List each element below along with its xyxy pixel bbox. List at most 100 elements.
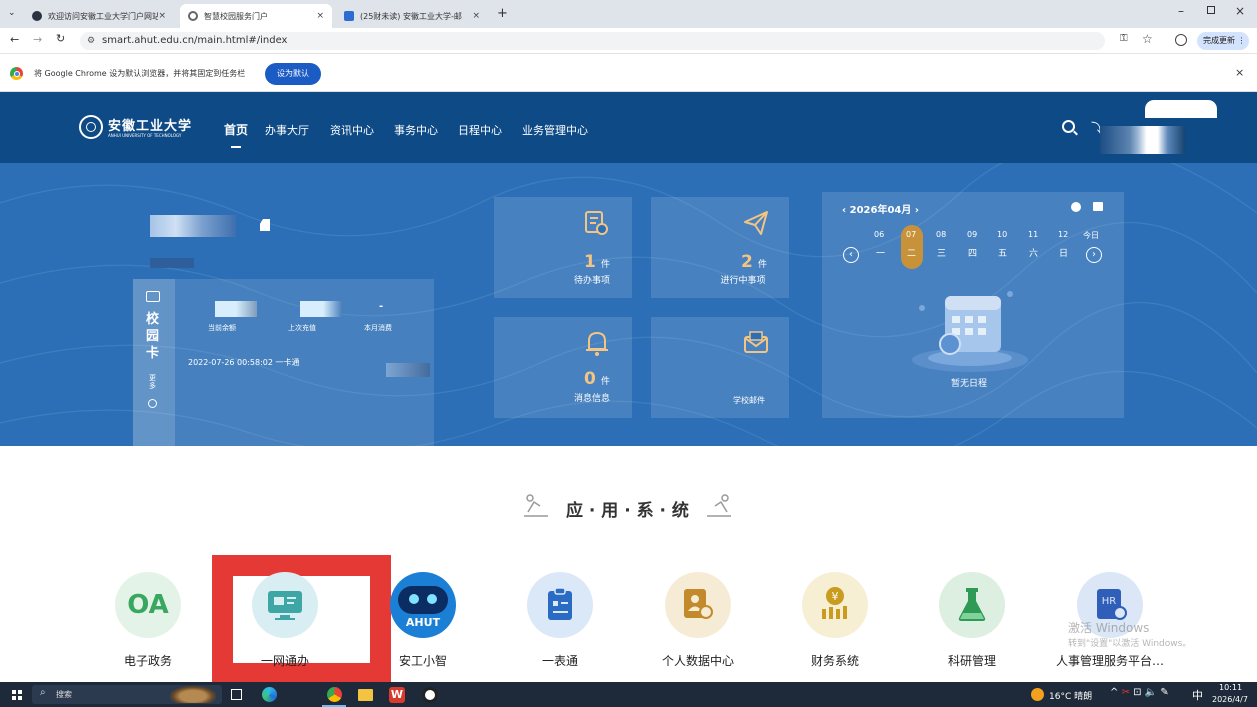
activation-watermark-subtitle: 转到"设置"以激活 Windows。 <box>1068 639 1192 649</box>
last-transaction-text: 2022-07-26 00:58:02 一卡通 <box>188 358 300 367</box>
weather-text[interactable]: 16°C 晴朗 <box>1049 689 1092 702</box>
school-mail-tile[interactable]: 学校邮件 <box>651 317 789 418</box>
app-one-form[interactable]: 一表通 <box>525 572 595 668</box>
close-window-icon[interactable]: × <box>1235 4 1245 18</box>
prev-week-icon[interactable]: ‹ <box>843 247 859 263</box>
prev-month-icon[interactable]: ‹ <box>842 205 850 216</box>
start-icon[interactable] <box>12 690 22 700</box>
close-infobar-icon[interactable]: × <box>1235 66 1244 79</box>
date-cell[interactable]: 08 <box>936 230 946 239</box>
system-tray-icons[interactable]: ^ ✂ ⊡ 🔈 ✎ <box>1110 687 1169 698</box>
chrome-taskbar-icon[interactable] <box>327 687 342 702</box>
nav-affairs-center[interactable]: 事务中心 <box>394 122 438 138</box>
card-more-link[interactable]: 更多 <box>149 374 158 390</box>
date-cell[interactable]: 06 <box>874 230 884 239</box>
messages-tile[interactable]: 0 件 消息信息 <box>494 317 632 418</box>
transaction-amount-blurred <box>386 363 430 377</box>
in-progress-count: 2 <box>741 252 753 272</box>
date-cell[interactable]: 10 <box>997 230 1007 239</box>
date-cell[interactable]: 11 <box>1028 230 1038 239</box>
forward-icon[interactable]: → <box>33 33 42 46</box>
weekday-cell: 二 <box>907 249 917 259</box>
ime-indicator[interactable]: 中 <box>1192 687 1203 703</box>
user-avatar[interactable] <box>1100 100 1217 162</box>
taskbar-search-box[interactable]: ⌕ 搜索 <box>32 685 222 704</box>
date-cell-selected[interactable]: 07 <box>906 230 916 239</box>
tray-chevron-icon[interactable]: ^ <box>1110 687 1118 698</box>
finance-icon: ¥ <box>802 572 868 638</box>
nav-service-hall[interactable]: 办事大厅 <box>265 122 309 138</box>
close-tab-icon[interactable]: × <box>158 11 166 21</box>
network-icon[interactable]: ⊡ <box>1133 687 1141 698</box>
new-tab-icon[interactable]: + <box>497 6 508 21</box>
app-label: 安工小智 <box>398 654 447 668</box>
app-oa[interactable]: OA 电子政务 <box>113 572 183 668</box>
set-default-button[interactable]: 设为默认 <box>265 63 321 85</box>
tab-list-chevron-icon[interactable]: ⌄ <box>8 8 16 18</box>
apps-section-title: 应 · 用 · 系 · 统 <box>566 501 689 521</box>
svg-text:¥: ¥ <box>832 590 839 603</box>
restore-icon[interactable] <box>1207 6 1215 14</box>
chrome-logo-icon <box>10 67 23 80</box>
pen-icon[interactable]: ✎ <box>1160 687 1168 698</box>
activation-watermark-title: 激活 Windows <box>1068 621 1150 635</box>
next-week-icon[interactable]: › <box>1086 247 1102 263</box>
volume-icon[interactable]: 🔈 <box>1145 687 1157 698</box>
app-personal-data[interactable]: 个人数据中心 <box>662 572 734 668</box>
tray-app-icon[interactable]: ✂ <box>1122 687 1130 698</box>
nav-schedule-center[interactable]: 日程中心 <box>458 122 502 138</box>
weekday-cell: 日 <box>1059 249 1069 259</box>
campus-card-sidebar[interactable]: 校园卡 更多 <box>133 279 175 446</box>
browser-tab-2[interactable]: 智慧校园服务门户 × <box>180 4 332 28</box>
back-icon[interactable]: ← <box>10 33 19 46</box>
clock-time[interactable]: 10:11 <box>1219 683 1242 692</box>
edge-icon[interactable] <box>262 687 277 702</box>
file-explorer-icon[interactable] <box>358 689 373 701</box>
app-ahut-assistant[interactable]: AHUT 安工小智 <box>388 572 458 668</box>
next-month-icon[interactable]: › <box>911 205 919 216</box>
browser-tab-3[interactable]: (25财未读) 安徽工业大学-邮 × <box>336 4 488 28</box>
qq-icon[interactable] <box>422 687 438 703</box>
minimize-icon[interactable]: – <box>1178 4 1184 18</box>
browser-tab-1[interactable]: 欢迎访问安徽工业大学门户网站 × <box>24 4 174 28</box>
reload-icon[interactable]: ↻ <box>56 32 65 45</box>
windows-taskbar: ⌕ 搜索 W 16°C 晴朗 ^ ✂ ⊡ 🔈 ✎ 中 10:11 2026/4/… <box>0 682 1257 707</box>
logo-subtitle: ANHUI UNIVERSITY OF TECHNOLOGY <box>108 133 182 138</box>
update-button[interactable]: 完成更新 ⋮ <box>1197 32 1249 50</box>
date-cell[interactable]: 12 <box>1058 230 1068 239</box>
tab-title: (25财未读) 安徽工业大学-邮 <box>360 11 462 21</box>
personal-data-icon <box>665 572 731 638</box>
password-key-icon[interactable]: ⚿ <box>1120 33 1128 44</box>
bell-icon <box>586 331 608 356</box>
site-settings-icon[interactable]: ⚙ <box>87 32 95 50</box>
update-button-label: 完成更新 <box>1203 36 1235 45</box>
nav-business-center[interactable]: 业务管理中心 <box>522 122 588 138</box>
search-icon-handle <box>1073 130 1078 136</box>
todo-unit: 件 <box>600 260 610 270</box>
university-logo[interactable]: 安徽工业大学 ANHUI UNIVERSITY OF TECHNOLOGY <box>79 115 204 143</box>
bookmark-star-icon[interactable]: ☆ <box>1142 32 1153 46</box>
url-field[interactable]: ⚙ smart.ahut.edu.cn/main.html#/index <box>80 32 1105 50</box>
add-schedule-icon[interactable] <box>1071 202 1081 212</box>
close-tab-icon[interactable]: × <box>316 11 324 21</box>
month-selector[interactable]: ‹ 2026年04月 › <box>842 201 919 216</box>
nav-active-indicator <box>231 146 241 148</box>
date-cell[interactable]: 09 <box>967 230 977 239</box>
balance-value-blurred <box>215 301 257 317</box>
task-view-icon[interactable] <box>231 689 242 700</box>
todo-tile[interactable]: 1 件 待办事项 <box>494 197 632 298</box>
app-one-stop-service[interactable]: 一网通办 <box>250 572 320 668</box>
tab-favicon-icon <box>32 11 42 21</box>
profile-icon[interactable] <box>1175 34 1187 46</box>
search-highlight-image <box>170 686 216 703</box>
today-link[interactable]: 今日 <box>1083 230 1099 241</box>
in-progress-tile[interactable]: 2 件 进行中事项 <box>651 197 789 298</box>
calendar-view-icon[interactable] <box>1093 202 1103 211</box>
clock-date[interactable]: 2026/4/7 <box>1212 695 1248 704</box>
close-tab-icon[interactable]: × <box>472 11 480 21</box>
nav-home[interactable]: 首页 <box>224 121 248 138</box>
wps-icon[interactable]: W <box>389 687 405 703</box>
app-research[interactable]: 科研管理 <box>937 572 1007 668</box>
app-finance[interactable]: ¥ 财务系统 <box>800 572 870 668</box>
nav-news-center[interactable]: 资讯中心 <box>330 122 374 138</box>
